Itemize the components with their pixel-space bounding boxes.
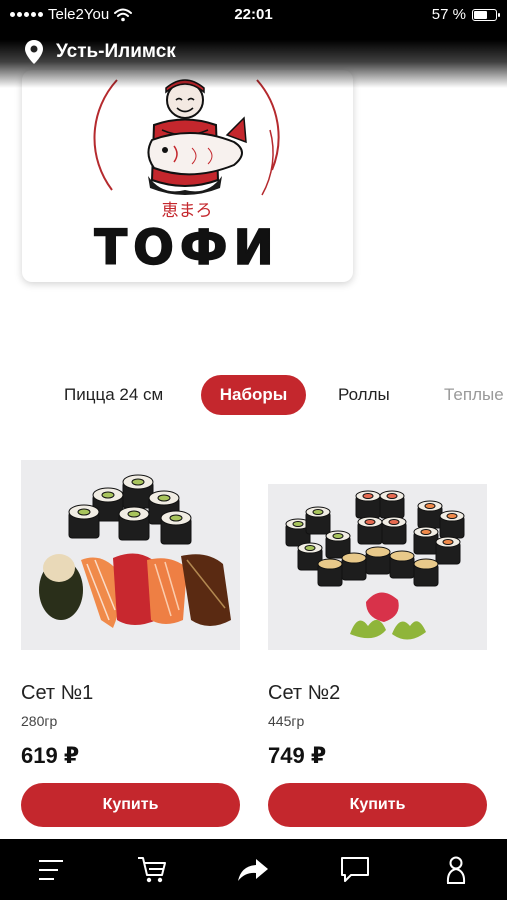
nav-profile[interactable] — [431, 845, 481, 895]
product-name: Сет №2 — [268, 682, 341, 704]
product-price: 749 ₽ — [268, 743, 327, 768]
user-icon — [447, 856, 466, 884]
restaurant-logo-card: 恵まろ ТОФИ — [22, 70, 353, 282]
logo-brand-name: ТОФИ — [94, 220, 279, 276]
status-bar: Tele2You 22:01 57 % — [0, 0, 507, 30]
product-weight: 445гр — [268, 713, 305, 729]
buy-button[interactable]: Купить — [268, 783, 487, 827]
share-icon — [238, 858, 269, 881]
battery-icon — [472, 8, 500, 21]
cart-icon — [138, 856, 167, 882]
buy-button[interactable]: Купить — [21, 783, 240, 827]
logo-japanese-text: 恵まろ — [162, 201, 213, 221]
tab-rolls[interactable]: Роллы — [338, 375, 390, 415]
product-photo[interactable] — [268, 484, 487, 650]
sushi-set-image — [285, 490, 465, 640]
tab-warm[interactable]: Теплые — [444, 375, 504, 415]
product-weight: 280гр — [21, 713, 58, 729]
battery-group: 57 % — [431, 6, 500, 23]
product-card[interactable]: Сет №1 280гр 619 ₽ Купить — [21, 460, 241, 830]
nav-menu[interactable] — [26, 845, 76, 895]
location-pin-icon — [25, 40, 43, 64]
nav-share[interactable] — [228, 845, 278, 895]
location-selector[interactable]: Усть-Илимск — [24, 39, 176, 65]
product-card[interactable]: Сет №2 445гр 749 ₽ Купить — [268, 460, 488, 830]
tab-pizza-24[interactable]: Пицца 24 см — [64, 375, 163, 415]
location-city: Усть-Илимск — [56, 41, 176, 62]
nav-cart[interactable] — [127, 845, 177, 895]
nav-chat[interactable] — [330, 845, 380, 895]
menu-icon — [38, 859, 63, 880]
sushi-set-image — [39, 474, 231, 628]
product-price: 619 ₽ — [21, 743, 80, 768]
battery-percent: 57 % — [431, 6, 466, 23]
product-name: Сет №1 — [21, 682, 94, 704]
chat-icon — [340, 856, 369, 882]
category-tabs: Пицца 24 см Наборы Роллы Теплые — [0, 375, 507, 415]
tab-sets[interactable]: Наборы — [201, 375, 306, 415]
product-photo[interactable] — [21, 460, 240, 650]
bottom-navigation — [0, 839, 507, 900]
restaurant-logo: 恵まろ ТОФИ — [93, 79, 280, 277]
